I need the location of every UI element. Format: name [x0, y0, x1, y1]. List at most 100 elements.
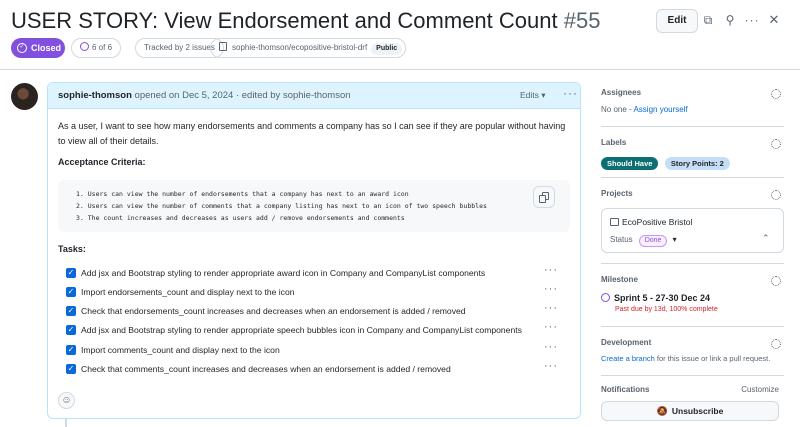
- task-text: Check that endorsements_count increases …: [81, 306, 466, 316]
- copy-icon: [539, 195, 546, 203]
- gear-icon[interactable]: [771, 339, 781, 349]
- project-card[interactable]: EcoPositive Bristol Status Done ▾ ⌃: [601, 208, 784, 253]
- task-item: ✓ Add jsx and Bootstrap styling to rende…: [66, 321, 571, 338]
- development-rest: for this issue or link a pull request.: [656, 354, 771, 363]
- unsubscribe-label: Unsubscribe: [671, 406, 724, 416]
- gear-icon[interactable]: [771, 190, 781, 200]
- status-value[interactable]: Done: [638, 235, 668, 247]
- repository-pill[interactable]: sophie-thomson/ecopositive-bristol-drf Pu…: [210, 38, 407, 58]
- criteria-line: 2. Users can view the number of comments…: [76, 202, 487, 210]
- sidebar-divider: [601, 263, 784, 264]
- chevron-down-icon: ▾: [541, 90, 546, 100]
- task-more-icon[interactable]: ···: [544, 341, 558, 353]
- label-story-points[interactable]: Story Points: 2: [664, 157, 730, 170]
- milestone-title: Milestone: [601, 275, 638, 284]
- development-section: Development Create a branch for this iss…: [601, 338, 781, 368]
- customize-link[interactable]: Customize: [741, 385, 779, 394]
- criteria-line: 1. Users can view the number of endorsem…: [76, 190, 409, 198]
- assignees-title: Assignees: [601, 88, 642, 97]
- subtasks-count: 6 of 6: [92, 43, 113, 52]
- task-checkbox[interactable]: ✓: [66, 306, 76, 316]
- copy-button[interactable]: [533, 186, 555, 208]
- task-text: Add jsx and Bootstrap styling to render …: [81, 268, 486, 278]
- unsubscribe-button[interactable]: 🔕 Unsubscribe: [601, 401, 779, 421]
- tracked-by-text: Tracked by 2 issues: [144, 43, 215, 52]
- notifications-section: Notifications Customize: [601, 385, 781, 397]
- smiley-icon: ☺: [61, 395, 72, 406]
- copy-link-icon[interactable]: ⧉: [700, 12, 716, 28]
- label-should-have[interactable]: Should Have: [601, 157, 659, 170]
- milestone-icon: [601, 293, 610, 302]
- task-more-icon[interactable]: ···: [544, 264, 558, 276]
- task-checkbox[interactable]: ✓: [66, 325, 76, 335]
- issue-header: USER STORY: View Endorsement and Comment…: [11, 6, 791, 38]
- status-badge: ✓ Closed: [11, 38, 65, 58]
- projects-section: Projects: [601, 189, 781, 203]
- issue-number: #55: [563, 8, 601, 33]
- development-text: Create a branch for this issue or link a…: [601, 354, 781, 363]
- task-item: ✓ Import endorsements_count and display …: [66, 283, 571, 300]
- task-more-icon[interactable]: ···: [544, 360, 558, 372]
- task-text: Import endorsements_count and display ne…: [81, 287, 295, 297]
- task-more-icon[interactable]: ···: [544, 283, 558, 295]
- caret-down-icon[interactable]: ▾: [673, 235, 677, 244]
- task-text: Add jsx and Bootstrap styling to render …: [81, 325, 522, 335]
- task-checkbox[interactable]: ✓: [66, 345, 76, 355]
- milestone-name[interactable]: Sprint 5 - 27-30 Dec 24: [614, 293, 710, 303]
- milestone-section: Milestone Sprint 5 - 27-30 Dec 24 Past d…: [601, 275, 781, 317]
- task-text: Check that comments_count increases and …: [81, 364, 451, 374]
- project-name[interactable]: EcoPositive Bristol: [622, 217, 692, 227]
- sidebar-divider: [601, 375, 784, 376]
- criteria-line: 3. The count increases and decreases as …: [76, 214, 405, 222]
- development-title: Development: [601, 338, 652, 347]
- assignees-section: Assignees No one - Assign yourself: [601, 88, 781, 118]
- avatar[interactable]: [11, 83, 38, 110]
- task-item: ✓ Check that comments_count increases an…: [66, 360, 571, 377]
- gear-icon[interactable]: [771, 89, 781, 99]
- edit-title-button[interactable]: Edit: [656, 9, 698, 33]
- task-item: ✓ Import comments_count and display next…: [66, 341, 571, 358]
- add-reaction-button[interactable]: ☺: [58, 392, 75, 409]
- comment-author[interactable]: sophie-thomson: [58, 90, 132, 101]
- criteria-code-block: 1. Users can view the number of endorsem…: [58, 180, 570, 232]
- task-checkbox[interactable]: ✓: [66, 364, 76, 374]
- gear-icon[interactable]: [771, 276, 781, 286]
- more-options-icon[interactable]: ···: [744, 12, 760, 28]
- edits-dropdown[interactable]: Edits ▾: [520, 83, 546, 108]
- bell-slash-icon: 🔕: [656, 406, 668, 416]
- labels-title: Labels: [601, 138, 627, 147]
- progress-ring-icon: [80, 42, 89, 51]
- assign-yourself-link[interactable]: Assign yourself: [633, 105, 687, 114]
- comment-header: sophie-thomson opened on Dec 5, 2024 · e…: [48, 83, 580, 109]
- check-circle-icon: ✓: [17, 43, 27, 53]
- pin-icon[interactable]: ⚲: [722, 12, 738, 28]
- status-field-label: Status: [610, 235, 633, 244]
- task-item: ✓ Check that endorsements_count increase…: [66, 302, 571, 319]
- status-label: Closed: [31, 43, 62, 53]
- task-more-icon[interactable]: ···: [544, 321, 558, 333]
- milestone-name-row: Sprint 5 - 27-30 Dec 24: [601, 293, 781, 303]
- timeline-line: [65, 419, 67, 427]
- header-divider: [0, 69, 800, 70]
- visibility-badge: Public: [371, 43, 403, 55]
- create-branch-link[interactable]: Create a branch: [601, 354, 655, 363]
- assignees-value: No one - Assign yourself: [601, 105, 781, 114]
- task-checkbox[interactable]: ✓: [66, 287, 76, 297]
- task-checkbox[interactable]: ✓: [66, 268, 76, 278]
- sidebar-divider: [601, 177, 784, 178]
- issue-meta: ✓ Closed 6 of 6 Tracked by 2 issues soph…: [11, 38, 791, 58]
- issue-body-comment: sophie-thomson opened on Dec 5, 2024 · e…: [47, 82, 581, 419]
- gear-icon[interactable]: [771, 139, 781, 149]
- sidebar-divider: [601, 326, 784, 327]
- chevron-up-icon[interactable]: ⌃: [762, 233, 770, 244]
- tasks-heading: Tasks:: [58, 244, 86, 254]
- close-icon[interactable]: ✕: [766, 12, 782, 28]
- comment-more-icon[interactable]: ···: [563, 81, 578, 106]
- project-status-row: Status Done ▾: [610, 235, 677, 247]
- task-more-icon[interactable]: ···: [544, 302, 558, 314]
- repository-name: sophie-thomson/ecopositive-bristol-drf: [232, 43, 368, 52]
- projects-title: Projects: [601, 189, 633, 198]
- subtasks-progress[interactable]: 6 of 6: [71, 38, 122, 58]
- labels-list: Should Have Story Points: 2: [601, 153, 781, 171]
- issue-title: USER STORY: View Endorsement and Comment…: [11, 8, 600, 34]
